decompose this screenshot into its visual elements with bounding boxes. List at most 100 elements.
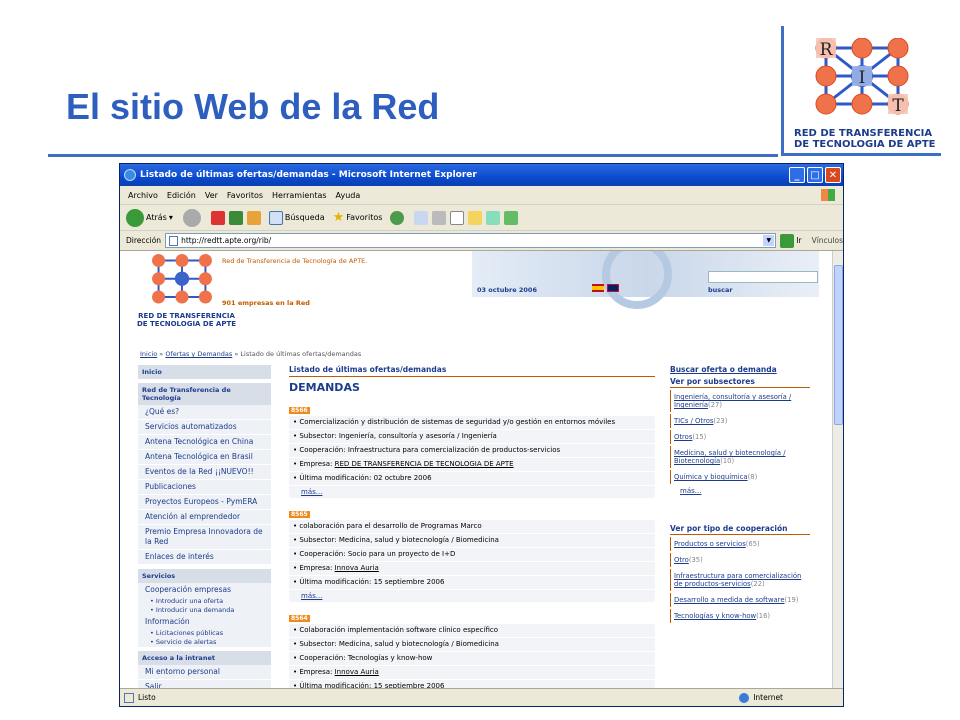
vertical-scrollbar[interactable] xyxy=(832,251,843,689)
zone-text: Internet xyxy=(753,693,783,702)
address-bar: Dirección http://redtt.apte.org/rib/ ▼ I… xyxy=(120,231,843,251)
site-name: Red de Transferencia de Tecnología de AP… xyxy=(222,257,368,265)
links-label[interactable]: Vínculos xyxy=(812,236,843,245)
menu-herramientas[interactable]: Herramientas xyxy=(272,191,327,200)
menu-favoritos[interactable]: Favoritos xyxy=(227,191,263,200)
messenger-icon[interactable] xyxy=(504,210,519,225)
address-dropdown-icon[interactable]: ▼ xyxy=(763,235,775,246)
nav-item-servicios[interactable]: Servicios automatizados xyxy=(138,420,271,435)
search-label: Búsqueda xyxy=(284,213,325,222)
close-button[interactable]: ✕ xyxy=(825,167,841,183)
nav-item-enlaces[interactable]: Enlaces de interés xyxy=(138,550,271,565)
history-icon[interactable] xyxy=(390,210,405,225)
banner-graphic xyxy=(602,251,672,309)
site-header: RED DE TRANSFERENCIA DE TECNOLOGIA DE AP… xyxy=(120,251,834,336)
page-icon xyxy=(169,235,179,246)
entry-code[interactable]: 8566 xyxy=(289,407,310,414)
empresa-label: • Empresa: xyxy=(293,668,335,676)
print-icon[interactable] xyxy=(432,210,447,225)
folder-icon[interactable] xyxy=(468,210,483,225)
edit-icon[interactable] xyxy=(450,210,465,225)
nav-item-premio[interactable]: Premio Empresa Innovadora de la Red xyxy=(138,525,271,550)
stop-icon[interactable] xyxy=(210,210,225,225)
toolbar: Atrás ▾ Búsqueda ★ Favoritos xyxy=(120,205,843,231)
breadcrumb-home[interactable]: Inicio xyxy=(140,350,157,358)
refresh-icon[interactable] xyxy=(228,210,243,225)
coop-link[interactable]: Productos o servicios xyxy=(674,540,746,548)
subsector-link[interactable]: Ingeniería, consultoría y asesoría / Ing… xyxy=(674,393,791,409)
nav-item-entorno[interactable]: Mi entorno personal xyxy=(138,665,271,680)
research-icon[interactable] xyxy=(486,210,501,225)
nav-item-brasil[interactable]: Antena Tecnológica en Brasil xyxy=(138,450,271,465)
coop-link[interactable]: Desarrollo a medida de software xyxy=(674,596,785,604)
nav-sub-demanda[interactable]: • Introducir una demanda xyxy=(138,606,271,615)
entry-code[interactable]: 8564 xyxy=(289,615,310,622)
site-logo-caption: RED DE TRANSFERENCIA DE TECNOLOGIA DE AP… xyxy=(137,312,236,328)
menubar: Archivo Edición Ver Favoritos Herramient… xyxy=(120,186,843,205)
back-label: Atrás xyxy=(146,213,167,222)
nav-sub-oferta[interactable]: • Introducir una oferta xyxy=(138,597,271,606)
back-button[interactable]: Atrás ▾ xyxy=(126,208,173,227)
forward-arrow-icon[interactable] xyxy=(182,208,201,227)
mas-link[interactable]: más... xyxy=(289,486,655,498)
coop-item: Desarrollo a medida de software(19) xyxy=(670,593,810,607)
nav-item-cooperacion[interactable]: Cooperación empresas xyxy=(138,583,271,597)
subsector-item: Química y bioquímica(8) xyxy=(670,470,810,484)
address-input[interactable]: http://redtt.apte.org/rib/ ▼ xyxy=(165,233,777,248)
menu-ver[interactable]: Ver xyxy=(205,191,218,200)
breadcrumb-sep: » xyxy=(159,350,164,358)
entry-line: • Subsector: Medicina, salud y biotecnol… xyxy=(289,638,655,652)
favorites-button[interactable]: ★ Favoritos xyxy=(333,210,383,225)
spain-flag-icon[interactable] xyxy=(592,284,604,292)
empresa-link[interactable]: RED DE TRANSFERENCIA DE TECNOLOGIA DE AP… xyxy=(335,460,514,468)
entry-empresa: • Empresa: Innova Auria xyxy=(289,666,655,680)
mail-icon[interactable] xyxy=(414,210,429,225)
breadcrumb-section[interactable]: Ofertas y Demandas xyxy=(165,350,232,358)
menu-archivo[interactable]: Archivo xyxy=(128,191,158,200)
subsector-link[interactable]: Otros xyxy=(674,433,692,441)
empresa-link[interactable]: Innova Auria xyxy=(335,564,379,572)
nav-red-head[interactable]: Red de Transferencia de Tecnología xyxy=(138,383,271,405)
uk-flag-icon[interactable] xyxy=(607,284,619,292)
nav-inicio[interactable]: Inicio xyxy=(138,365,271,379)
nav-item-que-es[interactable]: ¿Qué es? xyxy=(138,405,271,420)
coop-link[interactable]: Tecnologías y know-how xyxy=(674,612,756,620)
empresa-link[interactable]: Innova Auria xyxy=(335,668,379,676)
mas-link[interactable]: más... xyxy=(289,590,655,602)
search-icon xyxy=(268,210,283,225)
subsector-mas-link[interactable]: más... xyxy=(670,484,810,498)
maximize-button[interactable]: □ xyxy=(807,167,823,183)
menu-edicion[interactable]: Edición xyxy=(167,191,196,200)
subsector-link[interactable]: TICs / Otros xyxy=(674,417,713,425)
slide-title: El sitio Web de la Red xyxy=(66,86,440,127)
go-button[interactable]: Ir xyxy=(780,233,802,248)
coop-item: Tecnologías y know-how(16) xyxy=(670,609,810,623)
nav-item-emprendedor[interactable]: Atención al emprendedor xyxy=(138,510,271,525)
scrollbar-thumb[interactable] xyxy=(834,265,843,425)
site-search-input[interactable] xyxy=(708,271,818,283)
nav-sub-licitaciones[interactable]: • Licitaciones públicas xyxy=(138,629,271,638)
entry-code[interactable]: 8565 xyxy=(289,511,310,518)
site-search-label[interactable]: buscar xyxy=(708,286,733,294)
buscar-oferta-link[interactable]: Buscar oferta o demanda xyxy=(670,365,810,374)
nav-item-china[interactable]: Antena Tecnológica en China xyxy=(138,435,271,450)
subsector-link[interactable]: Química y bioquímica xyxy=(674,473,748,481)
ie-icon xyxy=(124,169,136,181)
status-bar: Listo Internet xyxy=(120,688,843,706)
minimize-button[interactable]: _ xyxy=(789,167,805,183)
nav-item-publicaciones[interactable]: Publicaciones xyxy=(138,480,271,495)
home-icon[interactable] xyxy=(246,210,261,225)
nav-item-eventos[interactable]: Eventos de la Red ¡¡NUEVO!! xyxy=(138,465,271,480)
nav-item-informacion[interactable]: Información xyxy=(138,615,271,629)
search-button[interactable]: Búsqueda xyxy=(268,210,325,225)
nav-sub-alertas[interactable]: • Servicio de alertas xyxy=(138,638,271,647)
nav-item-proyectos[interactable]: Proyectos Europeos - PymERA xyxy=(138,495,271,510)
menu-ayuda[interactable]: Ayuda xyxy=(336,191,361,200)
go-arrow-icon xyxy=(780,233,795,248)
coop-link[interactable]: Infraestructura para comercialización de… xyxy=(674,572,801,588)
star-icon: ★ xyxy=(332,210,345,225)
site-date: 03 octubre 2006 xyxy=(477,286,537,294)
globe-icon xyxy=(739,692,750,703)
coop-link[interactable]: Otro xyxy=(674,556,689,564)
window-titlebar[interactable]: Listado de últimas ofertas/demandas - Mi… xyxy=(120,164,843,186)
